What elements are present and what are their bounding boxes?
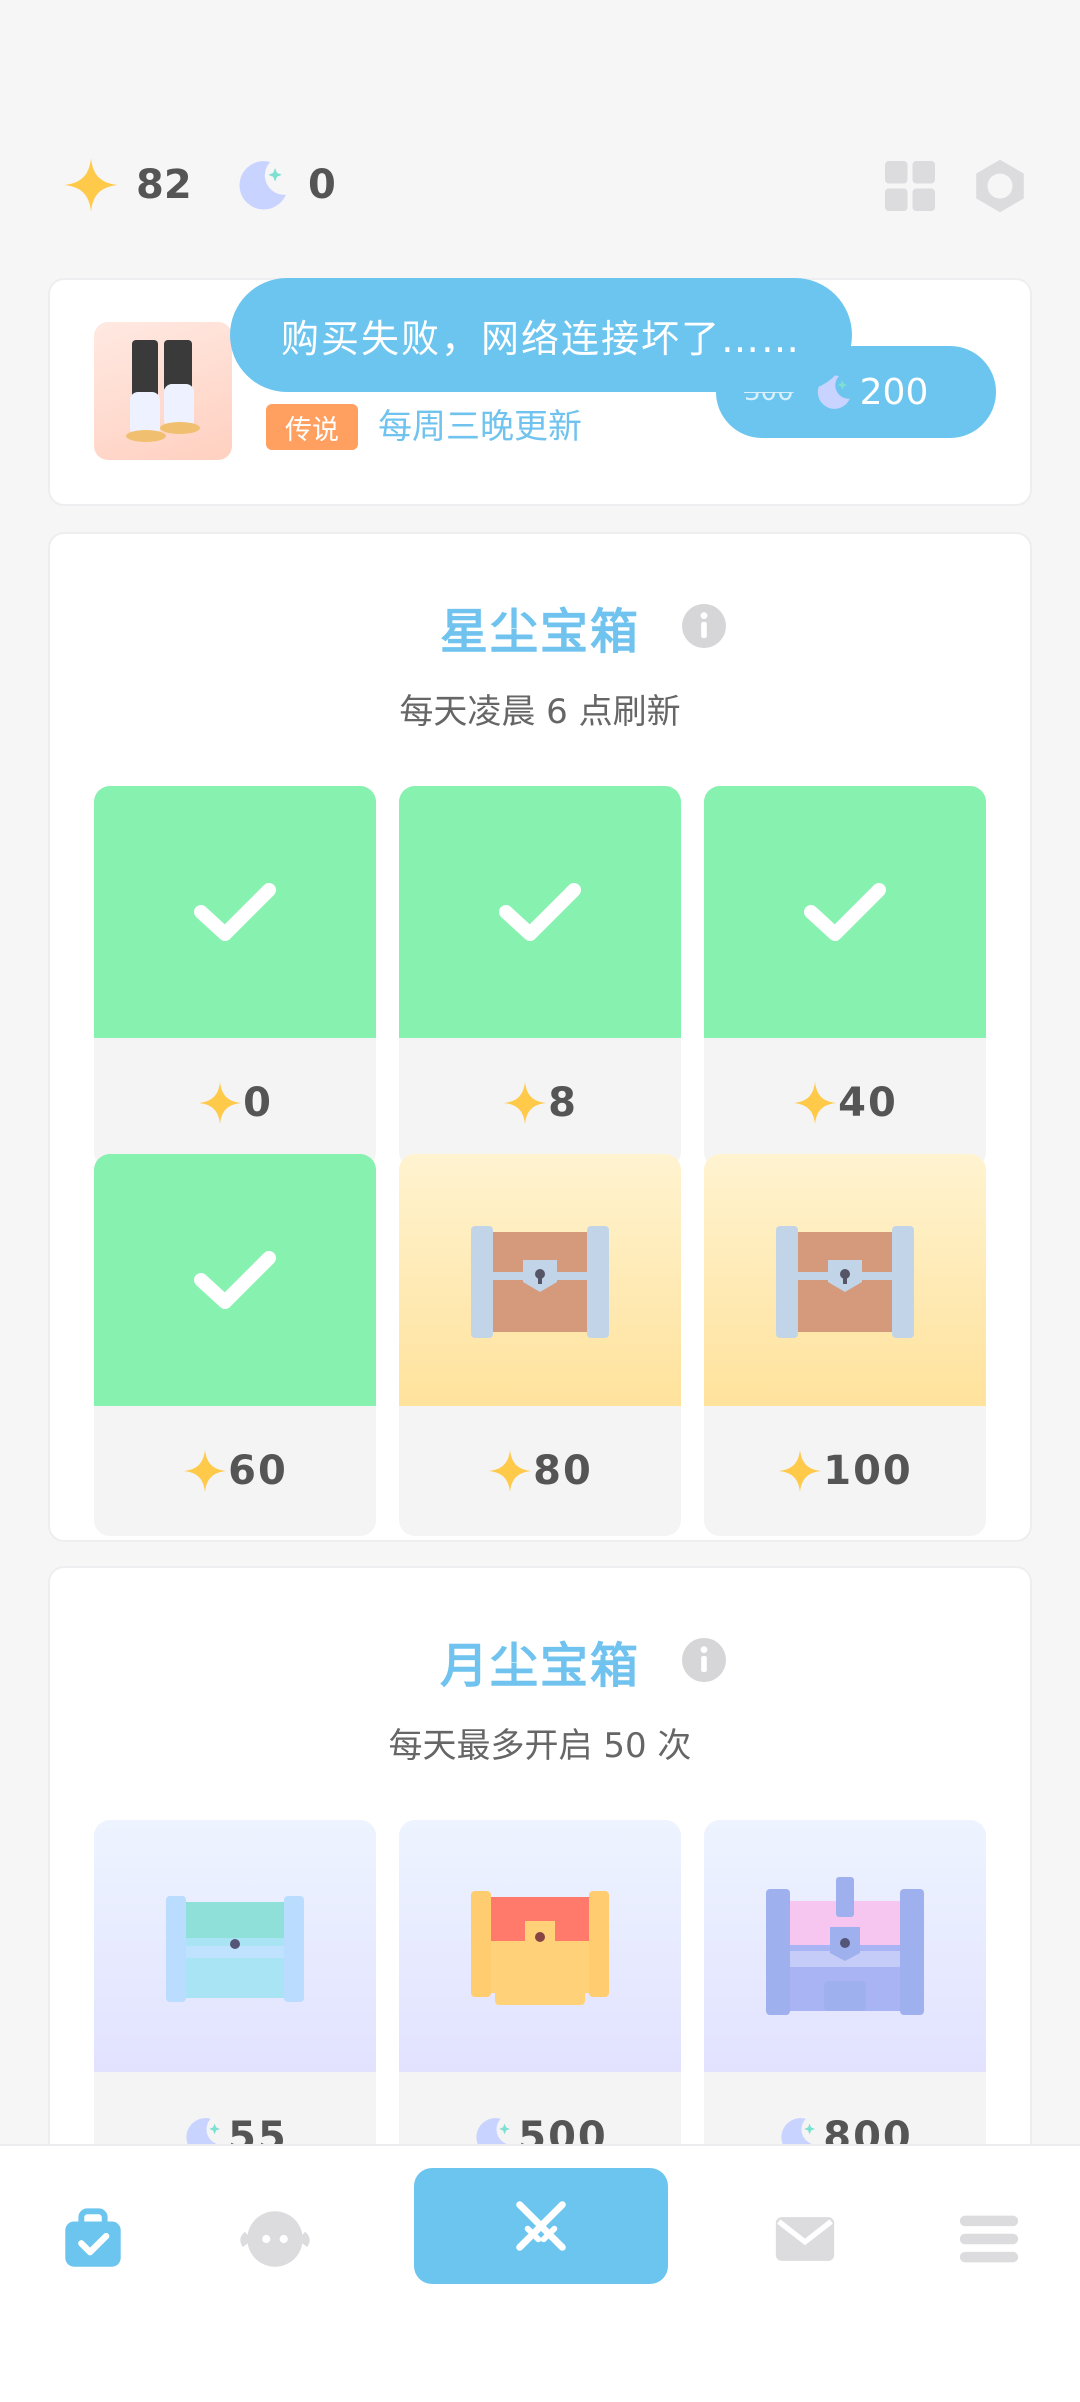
tile-cost: 8 bbox=[548, 1080, 578, 1126]
tile-cost: 0 bbox=[243, 1080, 273, 1126]
tile-cost: 80 bbox=[533, 1448, 593, 1494]
tile-cost: 40 bbox=[838, 1080, 898, 1126]
star-icon bbox=[489, 1449, 532, 1493]
error-toast: 购买失败，网络连接坏了…… bbox=[230, 278, 852, 392]
moon-currency: 0 bbox=[234, 150, 336, 220]
moondust-subtitle: 每天最多开启 50 次 bbox=[388, 1726, 692, 1766]
info-icon[interactable] bbox=[680, 602, 728, 650]
shop-bag-icon[interactable] bbox=[58, 2204, 128, 2274]
check-icon bbox=[499, 883, 581, 941]
star-icon bbox=[503, 1081, 547, 1125]
star-icon bbox=[198, 1081, 242, 1125]
star-icon bbox=[184, 1449, 227, 1493]
stardust-tile-0[interactable]: 0 bbox=[94, 786, 376, 1168]
star-icon bbox=[779, 1449, 822, 1493]
grid-icon[interactable] bbox=[880, 156, 940, 216]
check-icon bbox=[194, 1251, 276, 1309]
check-icon bbox=[804, 883, 886, 941]
stardust-tile-5[interactable]: 100 bbox=[704, 1154, 986, 1536]
rarity-badge: 传说 bbox=[266, 404, 358, 450]
treasure-chest-icon bbox=[471, 1226, 609, 1338]
moondust-title: 月尘宝箱 bbox=[439, 1638, 640, 1694]
stardust-chest-section: 星尘宝箱 每天凌晨 6 点刷新 0 8 40 60 80 100 bbox=[48, 532, 1032, 1542]
stardust-tile-1[interactable]: 8 bbox=[399, 786, 681, 1168]
mail-icon[interactable] bbox=[770, 2204, 840, 2274]
info-icon[interactable] bbox=[680, 1636, 728, 1684]
update-note: 每周三晚更新 bbox=[378, 407, 582, 447]
moon-count: 0 bbox=[308, 162, 336, 208]
currency-bar: 82 0 bbox=[0, 150, 1080, 220]
star-icon bbox=[794, 1081, 837, 1125]
tile-cost: 60 bbox=[228, 1448, 288, 1494]
moondust-chest-section: 月尘宝箱 每天最多开启 50 次 55 500 800 bbox=[48, 1566, 1032, 2202]
tile-cost: 100 bbox=[823, 1448, 913, 1494]
bottom-nav bbox=[0, 2144, 1080, 2402]
star-count: 82 bbox=[136, 162, 192, 208]
new-price: 200 bbox=[859, 371, 929, 413]
stardust-tile-3[interactable]: 60 bbox=[94, 1154, 376, 1536]
stardust-subtitle: 每天凌晨 6 点刷新 bbox=[399, 692, 681, 732]
settings-hexagon-icon[interactable] bbox=[970, 156, 1030, 216]
star-icon bbox=[64, 158, 118, 212]
treasure-chest-icon bbox=[776, 1226, 914, 1338]
check-icon bbox=[194, 883, 276, 941]
purple-chest-icon bbox=[766, 1877, 924, 2015]
boots-icon bbox=[126, 340, 200, 442]
avatar-icon[interactable] bbox=[240, 2204, 310, 2274]
item-thumbnail bbox=[94, 322, 232, 460]
moon-icon bbox=[239, 161, 286, 210]
battle-tab[interactable] bbox=[414, 2168, 668, 2284]
star-currency: 82 bbox=[62, 150, 192, 220]
battle-swords-icon bbox=[516, 2201, 566, 2251]
stardust-tile-4[interactable]: 80 bbox=[399, 1154, 681, 1536]
blue-chest-icon bbox=[166, 1896, 304, 2002]
red-chest-icon bbox=[471, 1891, 609, 2005]
stardust-tile-2[interactable]: 40 bbox=[704, 786, 986, 1168]
menu-icon[interactable] bbox=[954, 2204, 1024, 2274]
stardust-title: 星尘宝箱 bbox=[439, 604, 640, 660]
